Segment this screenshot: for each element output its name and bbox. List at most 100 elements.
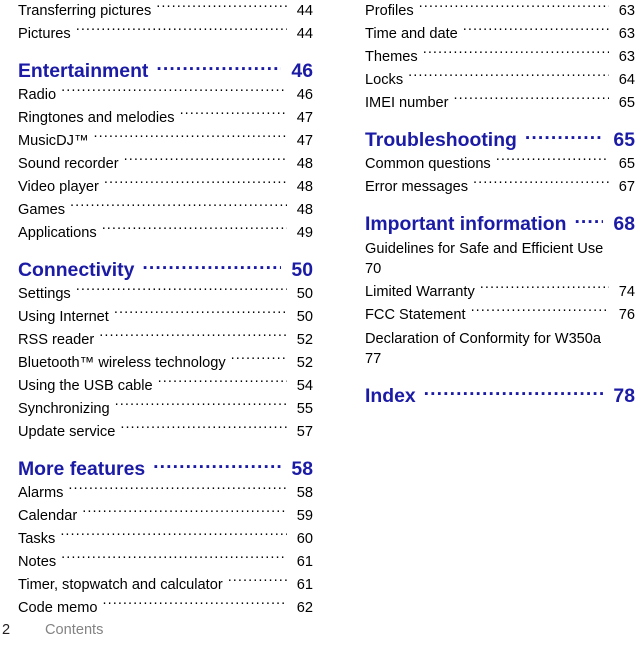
toc-entry[interactable]: Time and date 63 xyxy=(365,23,635,46)
toc-page-number: 49 xyxy=(296,225,313,241)
toc-section-heading[interactable]: Index 78 xyxy=(365,383,635,409)
toc-section-heading[interactable]: Entertainment 46 xyxy=(18,58,313,84)
toc-entry[interactable]: Using the USB cable 54 xyxy=(18,375,313,398)
toc-entry[interactable]: Locks 64 xyxy=(365,69,635,92)
toc-dot-leader xyxy=(68,482,287,497)
toc-page-number: 74 xyxy=(618,284,635,300)
toc-entry-label: Connectivity xyxy=(18,259,135,282)
toc-dot-leader xyxy=(424,383,603,402)
toc-page-number: 61 xyxy=(296,554,313,570)
toc-page-number: 63 xyxy=(618,49,635,65)
toc-entry[interactable]: Notes 61 xyxy=(18,551,313,574)
toc-entry[interactable]: Alarms 58 xyxy=(18,482,313,505)
toc-entry[interactable]: Applications 49 xyxy=(18,222,313,245)
toc-page-number: 46 xyxy=(296,87,313,103)
toc-entry-label: Using Internet xyxy=(18,309,109,325)
toc-entry-label: RSS reader xyxy=(18,332,95,348)
toc-column-right: Profiles 63 Time and date 63 Themes 63 Locks 64… xyxy=(320,0,640,620)
toc-entry[interactable]: Timer, stopwatch and calculator 61 xyxy=(18,574,313,597)
toc-entry-label: Themes xyxy=(365,49,418,65)
toc-page-number: 63 xyxy=(618,3,635,19)
toc-page-number: 68 xyxy=(613,213,635,236)
toc-entry-label: Synchronizing xyxy=(18,401,110,417)
toc-section-heading[interactable]: Troubleshooting 65 xyxy=(365,127,635,153)
toc-entry[interactable]: Radio 46 xyxy=(18,84,313,107)
toc-page-number: 59 xyxy=(296,508,313,524)
toc-entry[interactable]: Settings 50 xyxy=(18,283,313,306)
toc-entry-label: Sound recorder xyxy=(18,156,119,172)
toc-entry[interactable]: Guidelines for Safe and Efficient Use 70 xyxy=(365,237,635,281)
toc-entry[interactable]: FCC Statement 76 xyxy=(365,304,635,327)
toc-entry[interactable]: Update service 57 xyxy=(18,421,313,444)
toc-entry-label: Index xyxy=(365,385,416,408)
toc-entry-label: Error messages xyxy=(365,179,468,195)
toc-dot-leader xyxy=(61,551,287,566)
toc-dot-leader xyxy=(99,329,287,344)
toc-dot-leader xyxy=(473,176,609,191)
toc-entry[interactable]: RSS reader 52 xyxy=(18,329,313,352)
toc-entry-label: Profiles xyxy=(365,3,414,19)
toc-dot-leader xyxy=(454,92,609,107)
toc-page-number: 61 xyxy=(296,577,313,593)
toc-page-number: 58 xyxy=(296,485,313,501)
toc-dot-leader xyxy=(61,84,287,99)
toc-page-number: 50 xyxy=(296,309,313,325)
toc-dot-leader xyxy=(180,107,287,122)
toc-entry[interactable]: Declaration of Conformity for W350a 77 xyxy=(365,327,635,371)
toc-entry[interactable]: Bluetooth™ wireless technology 52 xyxy=(18,352,313,375)
toc-dot-leader xyxy=(82,505,287,520)
toc-entry[interactable]: MusicDJ™ 47 xyxy=(18,130,313,153)
toc-entry[interactable]: Themes 63 xyxy=(365,46,635,69)
toc-dot-leader xyxy=(496,153,609,168)
toc-entry[interactable]: Profiles 63 xyxy=(365,0,635,23)
toc-entry-label: Update service xyxy=(18,424,116,440)
toc-entry[interactable]: Synchronizing 55 xyxy=(18,398,313,421)
toc-page-number: 58 xyxy=(291,458,313,481)
toc-section-heading[interactable]: More features 58 xyxy=(18,456,313,482)
toc-entry-label: FCC Statement xyxy=(365,307,466,323)
toc-entry-label: Important information xyxy=(365,213,567,236)
toc-section-heading[interactable]: Connectivity 50 xyxy=(18,257,313,283)
toc-entry[interactable]: Error messages 67 xyxy=(365,176,635,199)
toc-entry[interactable]: Calendar 59 xyxy=(18,505,313,528)
toc-dot-leader xyxy=(463,23,609,38)
toc-dot-leader xyxy=(114,306,287,321)
toc-page-number: 76 xyxy=(618,307,635,323)
toc-entry[interactable]: Games 48 xyxy=(18,199,313,222)
toc-entry[interactable]: Limited Warranty 74 xyxy=(365,281,635,304)
toc-entry[interactable]: Code memo 62 xyxy=(18,597,313,620)
toc-entry-label: Common questions xyxy=(365,156,491,172)
footer-section-title: Contents xyxy=(45,622,104,638)
toc-entry[interactable]: Tasks 60 xyxy=(18,528,313,551)
toc-entry-label: Ringtones and melodies xyxy=(18,110,175,126)
toc-entry[interactable]: Pictures 44 xyxy=(18,23,313,46)
toc-entry-label: Settings xyxy=(18,286,71,302)
toc-entry[interactable]: Ringtones and melodies 47 xyxy=(18,107,313,130)
toc-dot-leader xyxy=(574,211,603,230)
page-footer: 2 Contents xyxy=(0,622,640,644)
toc-dot-leader xyxy=(102,222,287,237)
toc-entry-label: Games xyxy=(18,202,66,218)
toc-entry[interactable]: Sound recorder 48 xyxy=(18,153,313,176)
toc-entry[interactable]: IMEI number 65 xyxy=(365,92,635,115)
toc-page-number: 44 xyxy=(296,26,313,42)
toc-entry-label: Time and date xyxy=(365,26,458,42)
toc-entry[interactable]: Video player 48 xyxy=(18,176,313,199)
toc-page-number: 60 xyxy=(296,531,313,547)
toc-dot-leader xyxy=(525,127,603,146)
toc-section-heading[interactable]: Important information 68 xyxy=(365,211,635,237)
toc-entry[interactable]: Common questions 65 xyxy=(365,153,635,176)
toc-entry-label: Limited Warranty xyxy=(365,284,475,300)
toc-entry[interactable]: Using Internet 50 xyxy=(18,306,313,329)
toc-entry[interactable]: Transferring pictures 44 xyxy=(18,0,313,23)
toc-entry-label: Calendar xyxy=(18,508,78,524)
toc-dot-leader xyxy=(228,574,287,589)
toc-dot-leader xyxy=(60,528,287,543)
toc-entry-label: Entertainment xyxy=(18,60,149,83)
toc-dot-leader xyxy=(104,176,287,191)
toc-page-number: 47 xyxy=(296,110,313,126)
toc-entry-label: Applications xyxy=(18,225,97,241)
toc-entry-label: Tasks xyxy=(18,531,56,547)
toc-entry-label: Alarms xyxy=(18,485,64,501)
toc-page-number: 62 xyxy=(296,600,313,616)
